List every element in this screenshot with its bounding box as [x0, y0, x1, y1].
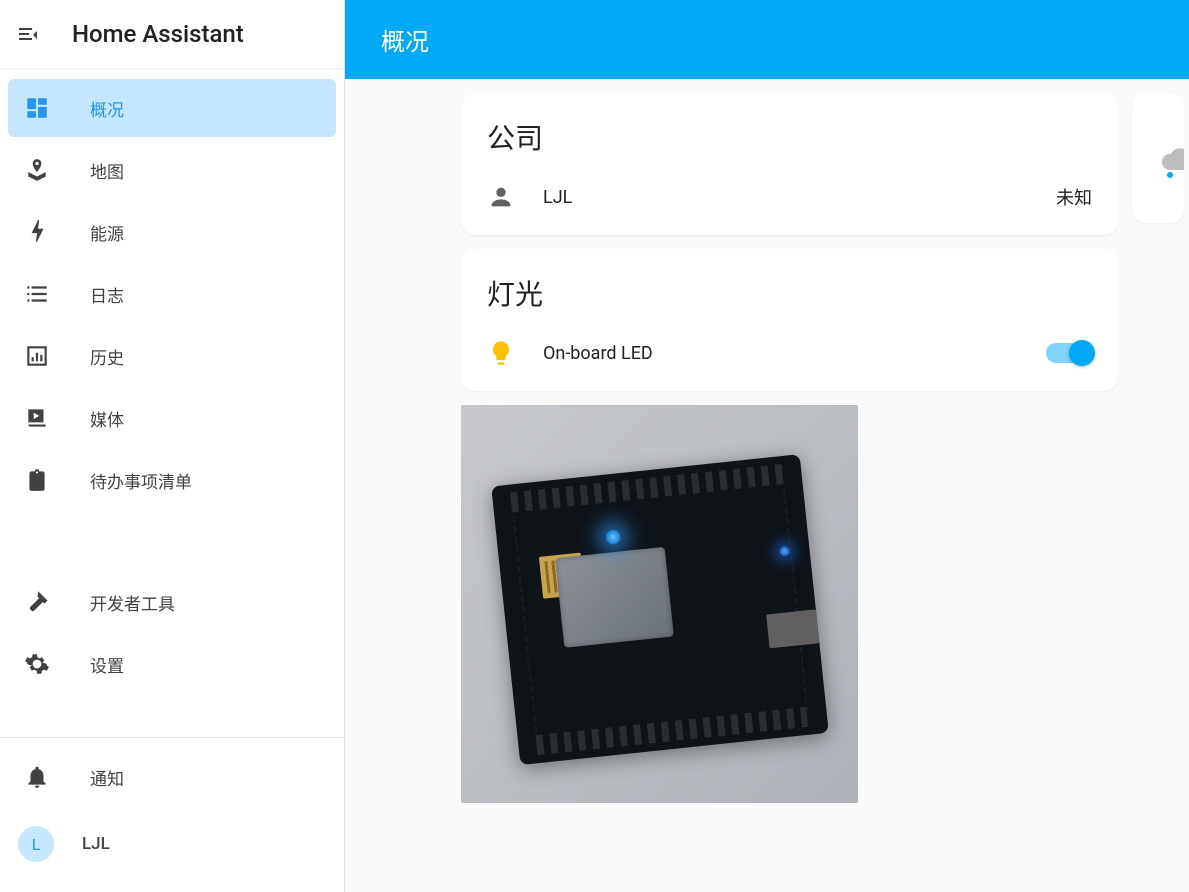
- sidebar-item-label: 设置: [90, 652, 124, 677]
- list-icon: [24, 281, 50, 307]
- sidebar-item-label: 待办事项清单: [90, 468, 192, 493]
- sidebar-item-label: 历史: [90, 344, 124, 369]
- hammer-icon: [24, 589, 50, 615]
- sidebar-item-history[interactable]: 历史: [8, 327, 336, 385]
- avatar: L: [18, 826, 54, 862]
- sidebar-item-settings[interactable]: 设置: [8, 635, 336, 693]
- sidebar-item-label: 媒体: [90, 406, 124, 431]
- media-icon: [24, 405, 50, 431]
- sidebar-item-label: 地图: [90, 158, 124, 183]
- map-pin-icon: [24, 157, 50, 183]
- card-presence: 公司 LJL 未知: [461, 93, 1118, 235]
- sidebar-item-label: 能源: [90, 220, 124, 245]
- row-label: LJL: [543, 187, 1028, 208]
- presence-row[interactable]: LJL 未知: [461, 169, 1118, 235]
- topbar: 概况: [345, 0, 1189, 79]
- row-value: 未知: [1056, 184, 1092, 210]
- sidebar-item-todo[interactable]: 待办事项清单: [8, 451, 336, 509]
- sidebar: Home Assistant 概况 地图 能源 日志: [0, 0, 345, 892]
- bell-icon: [24, 764, 50, 790]
- sidebar-item-energy[interactable]: 能源: [8, 203, 336, 261]
- sidebar-item-label: 开发者工具: [90, 590, 175, 615]
- user-name: LJL: [82, 834, 110, 854]
- sidebar-footer: 通知 L LJL: [0, 737, 344, 892]
- chart-icon: [24, 343, 50, 369]
- light-row[interactable]: On-board LED: [461, 325, 1118, 391]
- card-title: 公司: [461, 93, 1118, 169]
- page-title: 概况: [381, 28, 429, 56]
- board-image: [491, 454, 829, 765]
- sidebar-item-label: 通知: [90, 765, 124, 790]
- sidebar-item-overview[interactable]: 概况: [8, 79, 336, 137]
- sidebar-header: Home Assistant: [0, 0, 344, 69]
- row-label: On-board LED: [543, 343, 1018, 364]
- menu-collapse-icon[interactable]: [16, 22, 40, 46]
- sidebar-item-map[interactable]: 地图: [8, 141, 336, 199]
- card-lights: 灯光 On-board LED: [461, 249, 1118, 391]
- clipboard-icon: [24, 467, 50, 493]
- card-title: 灯光: [461, 249, 1118, 325]
- camera-card[interactable]: [461, 405, 858, 803]
- sidebar-nav: 概况 地图 能源 日志 历史: [0, 69, 344, 737]
- main: 概况 公司 LJL 未知 灯光 On-board: [345, 0, 1189, 892]
- sidebar-item-logs[interactable]: 日志: [8, 265, 336, 323]
- person-icon: [487, 183, 515, 211]
- sidebar-item-media[interactable]: 媒体: [8, 389, 336, 447]
- sidebar-item-devtools[interactable]: 开发者工具: [8, 573, 336, 631]
- bolt-icon: [24, 219, 50, 245]
- app-title: Home Assistant: [72, 20, 244, 48]
- sidebar-item-notifications[interactable]: 通知: [8, 748, 336, 806]
- dashboard-icon: [24, 95, 50, 121]
- sidebar-item-label: 概况: [90, 96, 124, 121]
- lightbulb-icon: [487, 339, 515, 367]
- sidebar-item-user[interactable]: L LJL: [8, 810, 336, 878]
- gear-icon: [24, 651, 50, 677]
- sidebar-item-label: 日志: [90, 282, 124, 307]
- content: 公司 LJL 未知 灯光 On-board LED: [345, 79, 1189, 817]
- light-switch[interactable]: [1046, 343, 1092, 363]
- card-weather-peek[interactable]: [1132, 93, 1184, 223]
